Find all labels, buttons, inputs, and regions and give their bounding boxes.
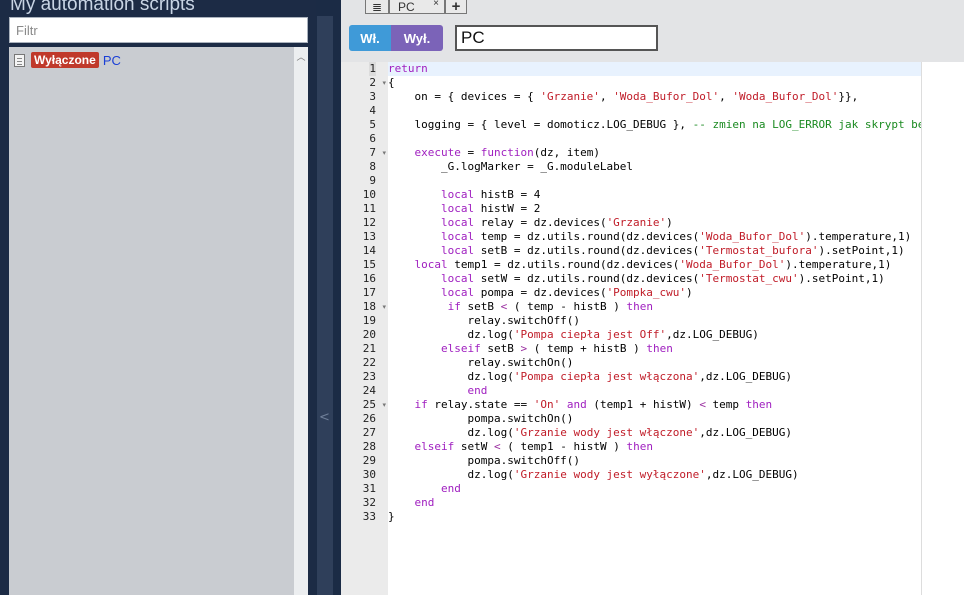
code-line[interactable]: end — [388, 384, 487, 398]
line-number: 25 — [362, 398, 376, 411]
code-line[interactable]: elseif setB > ( temp + histB ) then — [388, 342, 673, 356]
line-number: 4 — [369, 104, 376, 117]
scripts-panel: My automation scripts Wyłączone PC ︿ — [0, 0, 316, 595]
line-number: 18 — [362, 300, 376, 313]
code-line[interactable]: } — [388, 510, 395, 524]
line-number: 30 — [362, 468, 376, 481]
line-number: 32 — [362, 496, 376, 509]
line-number: 19 — [362, 314, 376, 327]
line-number: 6 — [369, 132, 376, 145]
line-number: 15 — [362, 258, 376, 271]
code-line[interactable]: local setB = dz.utils.round(dz.devices('… — [388, 244, 905, 258]
off-button[interactable]: Wył. — [391, 25, 443, 51]
line-number: 33 — [362, 510, 376, 523]
code-line[interactable]: return — [388, 62, 921, 76]
line-number: 1 — [369, 62, 376, 76]
code-line[interactable]: logging = { level = domoticz.LOG_DEBUG }… — [388, 118, 921, 132]
line-number: 13 — [362, 230, 376, 243]
code-line[interactable]: execute = function(dz, item) — [388, 146, 600, 160]
line-number: 8 — [369, 160, 376, 173]
line-number: 17 — [362, 286, 376, 299]
chevron-left-icon[interactable]: < — [319, 410, 330, 425]
code-line[interactable]: { — [388, 76, 395, 90]
line-number: 21 — [362, 342, 376, 355]
code-line[interactable]: local temp1 = dz.utils.round(dz.devices(… — [388, 258, 892, 272]
document-icon — [14, 53, 25, 67]
script-list-content: Wyłączone PC — [9, 47, 294, 595]
code-line[interactable]: pompa.switchOn() — [388, 412, 573, 426]
fold-arrow-icon[interactable]: ▾ — [382, 300, 386, 314]
line-number: 22 — [362, 356, 376, 369]
line-number: 26 — [362, 412, 376, 425]
line-number: 11 — [362, 202, 376, 215]
line-number: 10 — [362, 188, 376, 201]
panel-splitter[interactable]: < — [317, 16, 333, 595]
line-number: 7 — [369, 146, 376, 159]
code-line[interactable]: local temp = dz.utils.round(dz.devices('… — [388, 230, 911, 244]
close-icon[interactable]: × — [433, 0, 439, 9]
code-editor[interactable]: 1 2 ▾ 3 4 5 6 7 ▾ 8 9 10 11 12 13 14 15 16 17 18 ▾ 19 20 21 22 23… — [341, 62, 964, 595]
code-line[interactable]: end — [388, 482, 461, 496]
on-off-toggle: Wł. Wył. — [349, 25, 443, 51]
code-line[interactable]: end — [388, 496, 435, 510]
code-line[interactable]: elseif setW < ( temp1 - histW ) then — [388, 440, 653, 454]
status-badge: Wyłączone — [31, 52, 99, 68]
code-line[interactable]: local pompa = dz.devices('Pompka_cwu') — [388, 286, 693, 300]
line-number: 24 — [362, 384, 376, 397]
line-number-gutter: 1 2 ▾ 3 4 5 6 7 ▾ 8 9 10 11 12 13 14 15 16 17 18 ▾ 19 20 21 22 23… — [341, 62, 388, 595]
code-line[interactable]: dz.log('Grzanie wody jest wyłączone',dz.… — [388, 468, 798, 482]
line-number: 29 — [362, 454, 376, 467]
fold-arrow-icon[interactable]: ▾ — [382, 146, 386, 160]
tab-bar: ≣ PC × + — [365, 0, 467, 15]
tab-label: PC — [398, 0, 415, 14]
code-line[interactable]: dz.log('Pompa ciepła jest Off',dz.LOG_DE… — [388, 328, 758, 342]
fold-arrow-icon[interactable]: ▾ — [382, 76, 386, 90]
code-line[interactable]: local histB = 4 — [388, 188, 540, 202]
code-line[interactable]: local setW = dz.utils.round(dz.devices('… — [388, 272, 885, 286]
script-list: Wyłączone PC ︿ — [9, 47, 308, 595]
line-number: 20 — [362, 328, 376, 341]
line-number: 23 — [362, 370, 376, 383]
filter-input[interactable] — [9, 17, 308, 43]
editor-panel: ≣ PC × + Wł. Wył. 12▾34567▾8910111213141… — [341, 0, 964, 595]
line-number: 16 — [362, 272, 376, 285]
line-number: 28 — [362, 440, 376, 453]
panel-title: My automation scripts — [10, 0, 195, 15]
line-number: 9 — [369, 174, 376, 187]
script-name-link[interactable]: PC — [103, 53, 121, 68]
scroll-up-icon[interactable]: ︿ — [294, 50, 308, 63]
code-area[interactable]: return{ on = { devices = { 'Grzanie', 'W… — [388, 62, 921, 595]
line-number: 3 — [369, 90, 376, 103]
code-line[interactable]: pompa.switchOff() — [388, 454, 580, 468]
line-number: 31 — [362, 482, 376, 495]
line-number: 5 — [369, 118, 376, 131]
code-line[interactable]: dz.log('Pompa ciepła jest włączona',dz.L… — [388, 370, 792, 384]
add-tab-icon[interactable]: + — [445, 0, 467, 15]
script-name-field[interactable] — [455, 25, 658, 51]
code-line[interactable]: on = { devices = { 'Grzanie', 'Woda_Bufo… — [388, 90, 858, 104]
editor-scrollbar[interactable] — [921, 62, 964, 595]
code-line[interactable]: if relay.state == 'On' and (temp1 + hist… — [388, 398, 773, 412]
fold-arrow-icon[interactable]: ▾ — [382, 398, 386, 412]
code-line[interactable]: _G.logMarker = _G.moduleLabel — [388, 160, 633, 174]
code-line[interactable]: relay.switchOff() — [388, 314, 580, 328]
list-item[interactable]: Wyłączone PC — [14, 51, 121, 69]
code-line[interactable]: local relay = dz.devices('Grzanie') — [388, 216, 673, 230]
code-line[interactable]: dz.log('Grzanie wody jest włączone',dz.L… — [388, 426, 792, 440]
code-line[interactable]: relay.switchOn() — [388, 356, 573, 370]
line-number: 14 — [362, 244, 376, 257]
code-line[interactable]: if setB < ( temp - histB ) then — [388, 300, 653, 314]
on-button[interactable]: Wł. — [349, 25, 391, 51]
line-number: 2 — [369, 76, 376, 89]
list-icon[interactable]: ≣ — [365, 0, 389, 14]
tab-pc[interactable]: PC × — [389, 0, 445, 14]
line-number: 27 — [362, 426, 376, 439]
line-number: 12 — [362, 216, 376, 229]
code-line[interactable]: local histW = 2 — [388, 202, 540, 216]
list-scrollbar[interactable]: ︿ — [294, 47, 308, 595]
